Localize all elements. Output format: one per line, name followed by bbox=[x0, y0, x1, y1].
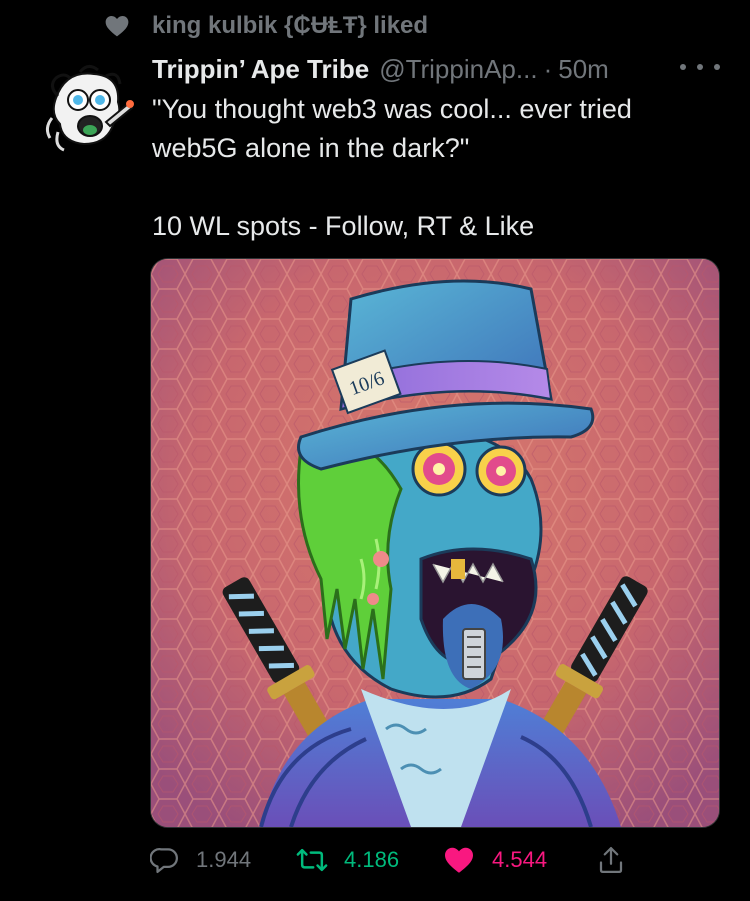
tweet-image[interactable]: 10/6 bbox=[150, 258, 720, 828]
reply-button[interactable]: 1.944 bbox=[150, 840, 251, 880]
like-button[interactable]: 4.544 bbox=[442, 840, 547, 880]
separator-dot: · bbox=[543, 53, 553, 84]
more-options-icon[interactable] bbox=[680, 52, 720, 82]
tweet-actions: 1.944 4.186 4.544 bbox=[150, 840, 630, 880]
author-name[interactable]: Trippin’ Ape Tribe bbox=[152, 54, 369, 85]
heart-icon bbox=[105, 16, 129, 37]
tweet-text: "You thought web3 was cool... ever tried… bbox=[152, 90, 722, 246]
tweet-header: Trippin’ Ape Tribe @TrippinAp... · 50m bbox=[152, 50, 609, 88]
tweet-text-line: 10 WL spots - Follow, RT & Like bbox=[152, 211, 535, 241]
avatar[interactable] bbox=[36, 58, 140, 162]
share-icon bbox=[599, 847, 623, 873]
share-button[interactable] bbox=[596, 840, 642, 880]
tweet-text-line: "You thought web3 was cool... ever tried bbox=[152, 94, 632, 124]
reply-icon bbox=[150, 848, 178, 873]
tweet-timestamp[interactable]: 50m bbox=[558, 54, 609, 85]
retweet-button[interactable]: 4.186 bbox=[296, 840, 399, 880]
tweet-text-line: web5G alone in the dark?" bbox=[152, 133, 470, 163]
retweet-icon bbox=[296, 848, 328, 872]
author-handle[interactable]: @TrippinAp... bbox=[379, 54, 537, 85]
liked-by-text: king kulbik {₵ɄⱠŦ} liked bbox=[152, 12, 429, 39]
like-count: 4.544 bbox=[492, 847, 548, 872]
reply-count: 1.944 bbox=[196, 847, 252, 872]
retweet-count: 4.186 bbox=[344, 847, 400, 872]
heart-filled-icon bbox=[445, 847, 473, 873]
social-context[interactable]: king kulbik {₵ɄⱠŦ} liked bbox=[104, 8, 428, 44]
